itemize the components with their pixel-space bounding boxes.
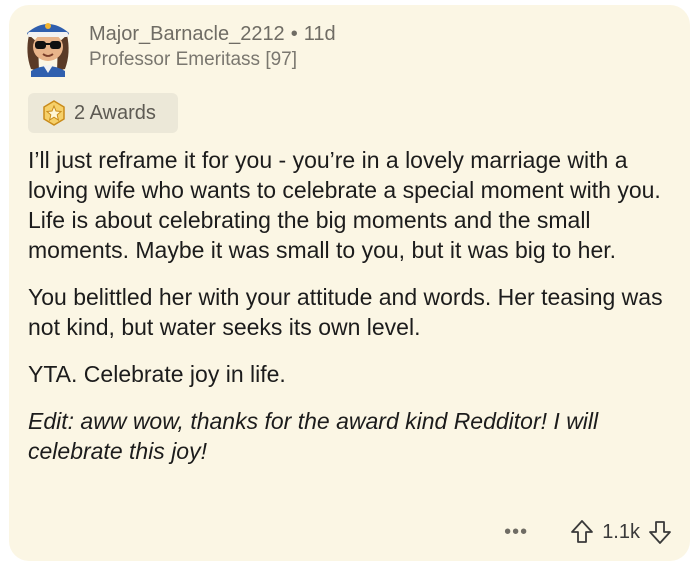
awards-badge[interactable]: 2 Awards bbox=[28, 93, 178, 133]
user-avatar[interactable] bbox=[21, 13, 75, 77]
comment-paragraph: YTA. Celebrate joy in life. bbox=[28, 361, 286, 387]
user-flair: Professor Emeritass [97] bbox=[89, 49, 298, 70]
comment-header: Major_Barnacle_2212 • 11d Professor Emerit… bbox=[21, 13, 621, 83]
downvote-arrow-icon[interactable] bbox=[648, 519, 672, 545]
comment-paragraph: You belittled her with your attitude and… bbox=[28, 284, 663, 340]
username[interactable]: Major_Barnacle_2212 bbox=[89, 23, 285, 45]
upvote-arrow-icon[interactable] bbox=[570, 519, 594, 545]
vote-score: 1.1k bbox=[602, 520, 640, 543]
more-options-icon[interactable]: ••• bbox=[504, 522, 528, 542]
comment-meta: Major_Barnacle_2212 • 11d Professor Emerit… bbox=[89, 22, 336, 72]
meta-separator: • bbox=[290, 23, 298, 45]
comment-edit-note: Edit: aww wow, thanks for the award kind… bbox=[28, 408, 599, 464]
comment-actions: ••• 1.1k bbox=[504, 517, 672, 547]
comment-age: 11d bbox=[303, 23, 336, 45]
award-star-icon bbox=[43, 100, 65, 126]
comment-card: Major_Barnacle_2212 • 11d Professor Emerit… bbox=[9, 5, 690, 561]
comment-body: I’ll just reframe it for you - you’re in… bbox=[28, 145, 683, 483]
awards-count-label: 2 Awards bbox=[74, 101, 156, 124]
comment-paragraph: I’ll just reframe it for you - you’re in… bbox=[28, 147, 661, 263]
